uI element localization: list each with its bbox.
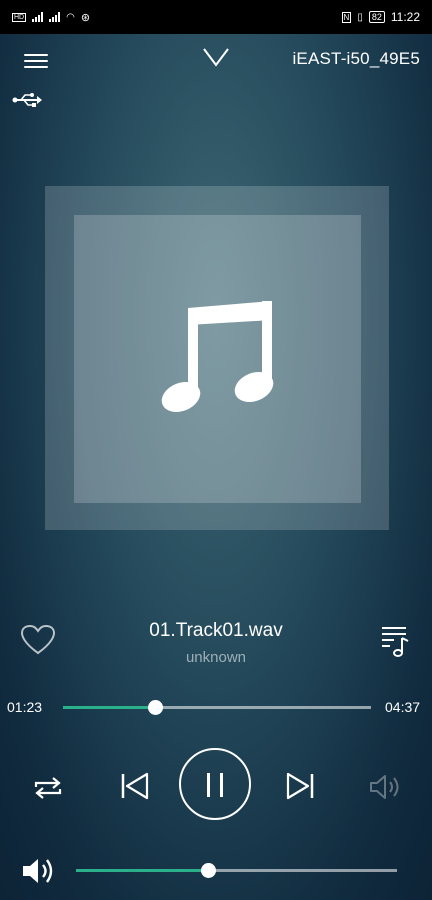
top-bar: iEAST-i50_49E5 bbox=[0, 34, 432, 86]
playlist-icon[interactable] bbox=[380, 625, 410, 662]
track-title: 01.Track01.wav bbox=[149, 620, 283, 641]
vibrate-icon: ▯ bbox=[357, 11, 363, 23]
repeat-icon[interactable] bbox=[32, 773, 64, 808]
current-time: 01:23 bbox=[7, 699, 43, 715]
battery-icon: 82 bbox=[368, 11, 385, 23]
seek-bar-progress bbox=[63, 706, 156, 709]
total-time: 04:37 bbox=[385, 699, 421, 715]
status-icons-left: HD ◠ ⊛ bbox=[12, 11, 90, 24]
signal-icon bbox=[32, 12, 44, 22]
wifi-icon: ◠ bbox=[66, 11, 75, 23]
skip-previous-icon[interactable] bbox=[120, 771, 150, 806]
status-bar: HD ◠ ⊛ N ▯ 82 11:22 bbox=[0, 0, 432, 34]
skip-next-icon[interactable] bbox=[285, 771, 315, 806]
signal-icon bbox=[49, 12, 61, 22]
hd-icon: HD bbox=[12, 12, 27, 22]
volume-slider-thumb[interactable] bbox=[200, 863, 216, 878]
chevron-down-icon[interactable] bbox=[201, 46, 231, 73]
speaker-icon[interactable] bbox=[368, 772, 402, 807]
volume-slider[interactable] bbox=[76, 863, 397, 878]
status-icons-right: N ▯ 82 11:22 bbox=[341, 10, 420, 24]
volume-slider-level bbox=[76, 869, 208, 872]
seek-bar[interactable] bbox=[63, 700, 371, 715]
seek-bar-thumb[interactable] bbox=[148, 700, 164, 715]
clock: 11:22 bbox=[390, 10, 420, 24]
pause-button[interactable] bbox=[179, 748, 251, 820]
settings-icon: ⊛ bbox=[80, 11, 91, 24]
device-name[interactable]: iEAST-i50_49E5 bbox=[292, 49, 420, 69]
music-note-icon bbox=[155, 296, 280, 423]
usb-icon bbox=[12, 92, 42, 113]
volume-icon[interactable] bbox=[20, 855, 56, 892]
nfc-icon: N bbox=[341, 11, 352, 23]
menu-icon[interactable] bbox=[24, 50, 48, 70]
track-artist: unknown bbox=[185, 649, 247, 666]
